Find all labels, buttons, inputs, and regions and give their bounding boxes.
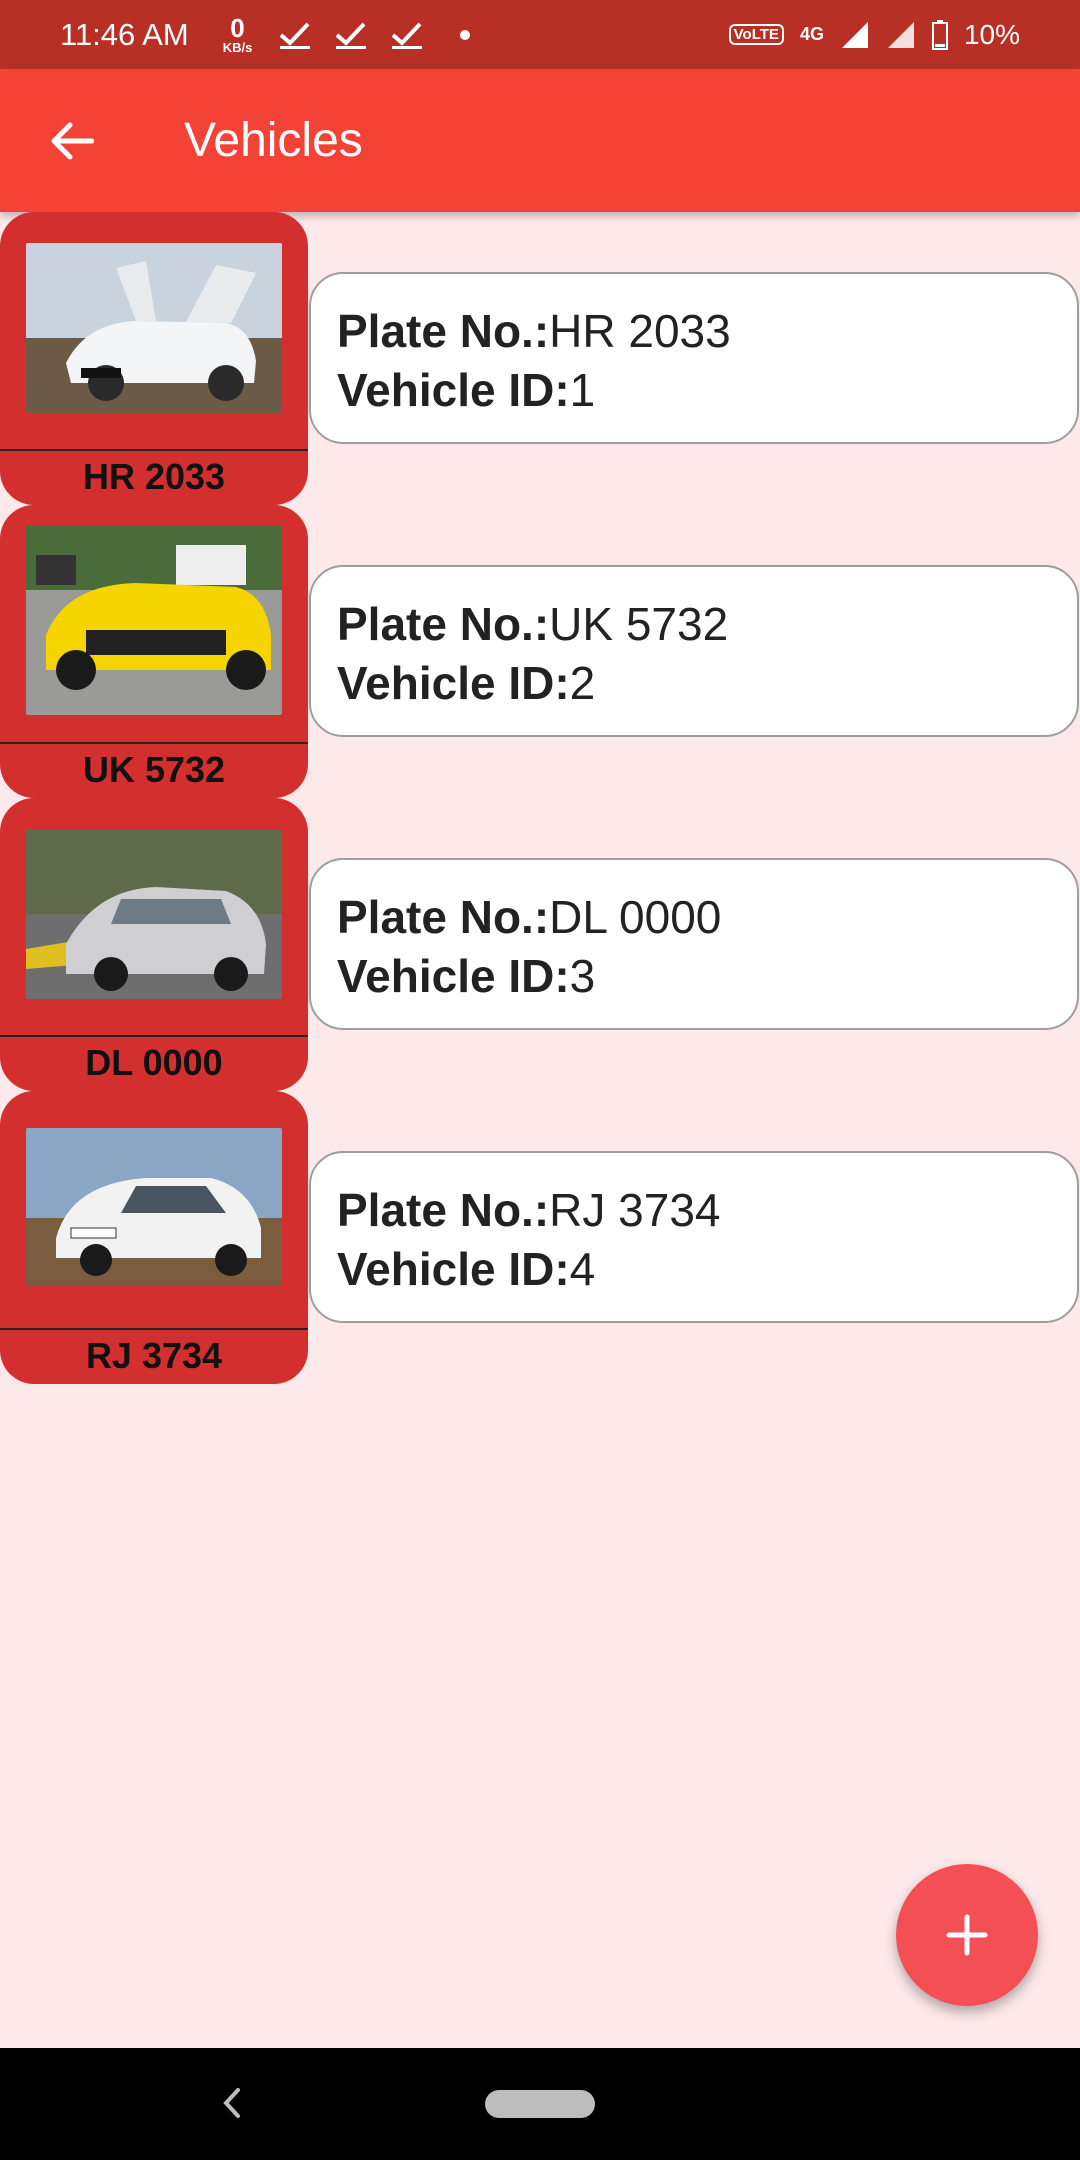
vehicle-info-card[interactable]: Plate No.:HR 2033 Vehicle ID:1 [309,272,1079,444]
id-value: 3 [569,950,596,1002]
network-type: 4G [799,24,824,44]
plate-prefix: Plate No.: [337,305,550,357]
vehicle-row[interactable]: RJ 3734 Plate No.:RJ 3734 Vehicle ID:4 [0,1091,1080,1384]
id-prefix: Vehicle ID: [337,950,570,1002]
home-pill[interactable] [485,2090,595,2118]
back-button[interactable] [42,111,102,171]
status-bar: 11:46 AM 0 KB/s VoLTE 4G 10% [0,0,1080,69]
vehicle-thumb-card[interactable]: HR 2033 [0,212,308,505]
plate-value: HR 2033 [549,305,731,357]
check-icon [335,22,367,49]
vehicle-row[interactable]: UK 5732 Plate No.:UK 5732 Vehicle ID:2 [0,505,1080,798]
notification-dot-icon [460,29,471,40]
vehicle-info-card[interactable]: Plate No.:RJ 3734 Vehicle ID:4 [309,1151,1079,1323]
app-bar: Vehicles [0,69,1080,212]
volte-icon: VoLTE [728,24,784,45]
thumb-plate-label: UK 5732 [82,749,226,790]
vehicle-thumb-card[interactable]: UK 5732 [0,505,308,798]
vehicle-row[interactable]: HR 2033 Plate No.:HR 2033 Vehicle ID:1 [0,212,1080,505]
vehicle-list: HR 2033 Plate No.:HR 2033 Vehicle ID:1 U… [0,212,1080,1384]
plate-value: UK 5732 [549,598,729,650]
thumb-plate-label: HR 2033 [82,456,226,497]
plate-line: Plate No.:UK 5732 [337,595,1077,654]
plate-prefix: Plate No.: [337,1184,550,1236]
id-line: Vehicle ID:2 [337,654,1077,713]
plus-icon [946,1914,988,1956]
id-line: Vehicle ID:4 [337,1240,1077,1299]
yellow-sports-car-photo [26,525,282,715]
id-line: Vehicle ID:1 [337,361,1077,420]
silver-sedan-photo [26,829,282,999]
white-suv-photo [26,243,282,413]
signal-icon [841,21,868,48]
thumb-divider [0,1035,308,1037]
thumb-divider [0,1328,308,1330]
system-nav-bar [0,2048,1080,2160]
nav-back-icon[interactable] [220,2086,244,2120]
vehicle-row[interactable]: DL 0000 Plate No.:DL 0000 Vehicle ID:3 [0,798,1080,1091]
thumb-divider [0,449,308,451]
vehicle-thumb-card[interactable]: DL 0000 [0,798,308,1091]
id-value: 2 [569,657,596,709]
net-speed-unit: KB/s [222,40,253,55]
check-icon [279,22,311,49]
add-vehicle-button[interactable] [896,1864,1038,2006]
vehicle-info-card[interactable]: Plate No.:DL 0000 Vehicle ID:3 [309,858,1079,1030]
thumb-divider [0,742,308,744]
plate-line: Plate No.:HR 2033 [337,302,1077,361]
net-speed: 0 KB/s [223,15,253,54]
battery-icon [931,19,948,50]
plate-value: DL 0000 [549,891,722,943]
id-prefix: Vehicle ID: [337,657,570,709]
vehicle-thumb-card[interactable]: RJ 3734 [0,1091,308,1384]
page-title: Vehicles [184,114,363,167]
id-value: 4 [569,1243,596,1295]
white-hatchback-photo [26,1128,282,1286]
plate-line: Plate No.:RJ 3734 [337,1181,1077,1240]
arrow-back-icon [51,122,94,159]
vehicle-info-card[interactable]: Plate No.:UK 5732 Vehicle ID:2 [309,565,1079,737]
status-time: 11:46 AM [60,16,189,52]
plate-line: Plate No.:DL 0000 [337,888,1077,947]
id-prefix: Vehicle ID: [337,364,570,416]
signal-x-icon [887,21,914,48]
check-icon [391,22,423,49]
id-prefix: Vehicle ID: [337,1243,570,1295]
id-value: 1 [569,364,596,416]
battery-percent: 10% [963,18,1020,50]
thumb-plate-label: RJ 3734 [85,1335,223,1376]
plate-value: RJ 3734 [549,1184,721,1236]
thumb-plate-label: DL 0000 [85,1042,223,1083]
plate-prefix: Plate No.: [337,891,550,943]
id-line: Vehicle ID:3 [337,947,1077,1006]
net-speed-value: 0 [230,13,245,43]
plate-prefix: Plate No.: [337,598,550,650]
